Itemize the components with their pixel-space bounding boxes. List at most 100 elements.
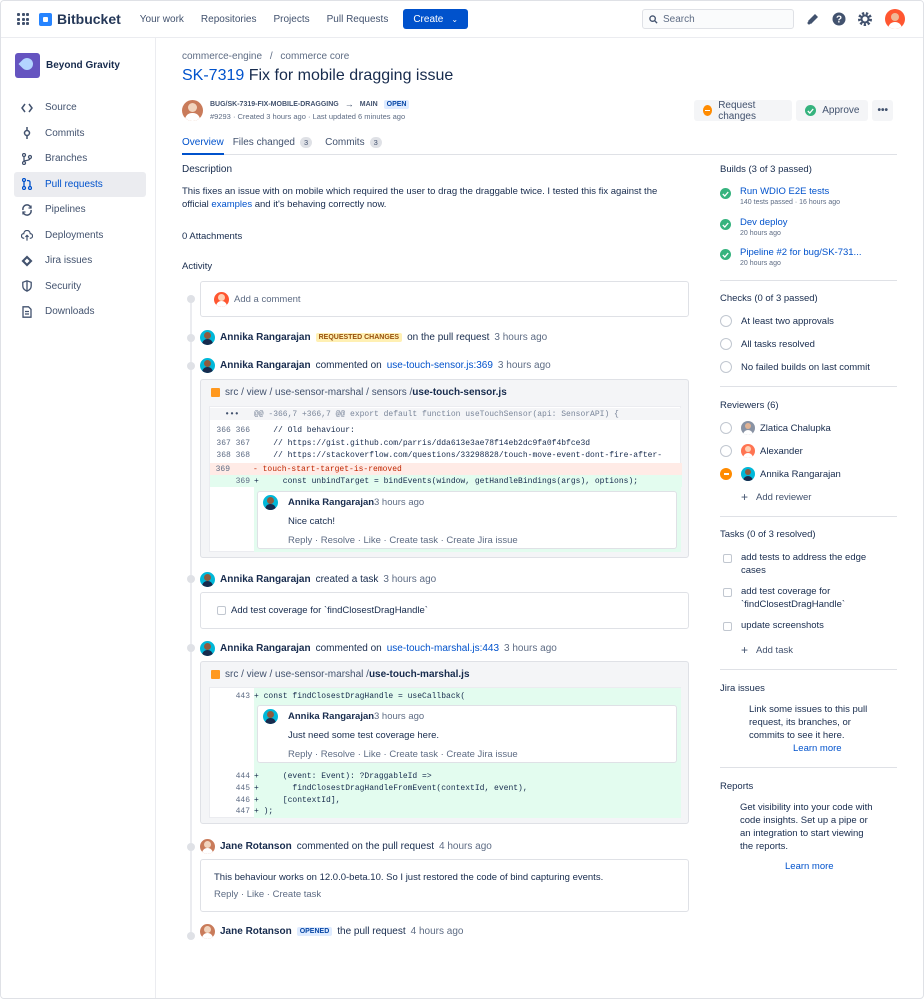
- add-task-button[interactable]: + Add task: [741, 643, 793, 657]
- event-author[interactable]: Annika Rangarajan: [220, 574, 311, 585]
- sidebar-item-security[interactable]: Security: [14, 274, 146, 299]
- project-header[interactable]: Beyond Gravity: [15, 53, 155, 78]
- file-name: use-touch-sensor.js: [412, 387, 507, 398]
- task-checkbox[interactable]: [217, 606, 226, 615]
- sidebar-item-downloads[interactable]: Downloads: [14, 299, 146, 324]
- file-line-link[interactable]: use-touch-marshal.js:443: [387, 643, 499, 654]
- reviewer-name: Alexander: [760, 445, 803, 457]
- sidebar-item-pull-requests[interactable]: Pull requests: [14, 171, 146, 197]
- avatar[interactable]: [200, 839, 215, 854]
- attachments-heading[interactable]: 0 Attachments: [182, 231, 242, 242]
- file-directory: src / view / use-sensor-marshal / sensor…: [225, 387, 413, 398]
- reviewer-item[interactable]: Alexander: [720, 444, 803, 458]
- file-line-link[interactable]: use-touch-sensor.js:369: [387, 360, 493, 371]
- build-name[interactable]: Run WDIO E2E tests: [740, 186, 840, 197]
- target-branch[interactable]: MAIN: [360, 101, 378, 108]
- notifications-icon[interactable]: [803, 9, 823, 29]
- line-number[interactable]: 446: [210, 796, 254, 805]
- task-checkbox[interactable]: [723, 622, 732, 631]
- sidebar-item-branches[interactable]: Branches: [14, 146, 146, 171]
- examples-link[interactable]: examples: [211, 199, 252, 210]
- tab-commits[interactable]: Commits 3: [325, 137, 382, 155]
- add-comment-box[interactable]: Add a comment: [200, 281, 689, 317]
- nav-repositories[interactable]: Repositories: [201, 14, 257, 25]
- line-number[interactable]: 367 367: [210, 439, 254, 448]
- task-checkbox[interactable]: [723, 554, 732, 563]
- add-reviewer-button[interactable]: + Add reviewer: [741, 490, 811, 504]
- check-label: At least two approvals: [741, 315, 834, 327]
- create-button[interactable]: Create ⌄: [403, 9, 469, 29]
- line-number[interactable]: 447: [210, 807, 254, 816]
- line-code: // https://gist.github.com/parris/dda613…: [254, 438, 591, 448]
- line-number[interactable]: 369: [210, 477, 254, 486]
- event-author[interactable]: Jane Rotanson: [220, 841, 292, 852]
- request-changes-button[interactable]: Request changes: [694, 100, 793, 122]
- line-number[interactable]: 443: [210, 692, 254, 701]
- task-checkbox[interactable]: [723, 588, 732, 597]
- user-avatar[interactable]: [885, 9, 905, 29]
- more-actions-button[interactable]: •••: [872, 100, 893, 121]
- avatar[interactable]: [200, 641, 215, 656]
- line-number[interactable]: 445: [210, 784, 254, 793]
- line-number[interactable]: 444: [210, 772, 254, 781]
- settings-gear-icon[interactable]: [855, 9, 875, 29]
- expand-icon[interactable]: •••: [210, 410, 254, 419]
- line-number[interactable]: 369: [210, 465, 254, 474]
- tab-overview[interactable]: Overview: [182, 137, 224, 155]
- nav-projects[interactable]: Projects: [274, 14, 310, 25]
- reviewer-item[interactable]: Zlatica Chalupka: [720, 421, 831, 435]
- sidebar-item-commits[interactable]: Commits: [14, 121, 146, 146]
- app-switcher-icon[interactable]: [17, 13, 29, 25]
- event-author[interactable]: Jane Rotanson: [220, 926, 292, 937]
- comment-actions[interactable]: Reply · Resolve · Like · Create task · C…: [288, 749, 518, 760]
- help-icon[interactable]: ?: [829, 9, 849, 29]
- timeline-dot: [187, 295, 195, 303]
- approve-button[interactable]: Approve: [796, 100, 869, 121]
- comment-author[interactable]: Annika Rangarajan: [288, 497, 374, 508]
- line-number[interactable]: 368 368: [210, 451, 254, 460]
- nav-pull-requests[interactable]: Pull Requests: [327, 14, 389, 25]
- file-path[interactable]: src / view / use-sensor-marshal / sensor…: [211, 387, 688, 398]
- description-heading: Description: [182, 164, 233, 175]
- file-path[interactable]: src / view / use-sensor-marshal / use-to…: [211, 669, 688, 680]
- comment-actions[interactable]: Reply · Like · Create task: [214, 889, 321, 900]
- build-item[interactable]: Dev deploy 20 hours ago: [720, 217, 788, 237]
- bitbucket-logo[interactable]: Bitbucket: [39, 11, 121, 27]
- pull-request-icon: [21, 178, 33, 190]
- author-avatar[interactable]: [182, 99, 203, 121]
- pr-key[interactable]: SK-7319: [182, 67, 244, 84]
- sidebar-item-jira-issues[interactable]: Jira issues: [14, 248, 146, 273]
- search-input[interactable]: Search: [642, 9, 794, 29]
- jira-learn-more-link[interactable]: Learn more: [793, 742, 867, 755]
- line-number[interactable]: 366 366: [210, 426, 254, 435]
- event-author[interactable]: Annika Rangarajan: [220, 332, 311, 343]
- sidebar-item-deployments[interactable]: Deployments: [14, 223, 146, 248]
- breadcrumb-project[interactable]: commerce-engine: [182, 51, 262, 62]
- avatar[interactable]: [200, 924, 215, 939]
- task-item: update screenshots: [720, 620, 824, 633]
- event-author[interactable]: Annika Rangarajan: [220, 360, 311, 371]
- description-fragment: and it's behaving correctly now.: [252, 199, 387, 210]
- avatar[interactable]: [200, 358, 215, 373]
- comment-author[interactable]: Annika Rangarajan: [288, 711, 374, 722]
- build-name[interactable]: Pipeline #2 for bug/SK-731...: [740, 247, 861, 258]
- build-item[interactable]: Pipeline #2 for bug/SK-731... 20 hours ag…: [720, 247, 861, 267]
- avatar[interactable]: [263, 495, 278, 510]
- build-item[interactable]: Run WDIO E2E tests 140 tests passed · 16 …: [720, 186, 840, 206]
- sidebar-item-pipelines[interactable]: Pipelines: [14, 197, 146, 222]
- sidebar-item-label: Deployments: [45, 229, 104, 241]
- avatar[interactable]: [263, 709, 278, 724]
- reports-learn-more-link[interactable]: Learn more: [785, 860, 873, 873]
- avatar[interactable]: [200, 572, 215, 587]
- avatar[interactable]: [200, 330, 215, 345]
- tab-files-changed[interactable]: Files changed 3: [233, 137, 313, 155]
- reviewer-item[interactable]: Annika Rangarajan: [720, 467, 841, 481]
- event-author[interactable]: Annika Rangarajan: [220, 643, 311, 654]
- breadcrumb-repository[interactable]: commerce core: [280, 51, 349, 62]
- source-branch[interactable]: BUG/SK-7319-FIX-MOBILE-DRAGGING: [210, 101, 339, 108]
- sidebar-item-source[interactable]: Source: [14, 95, 146, 120]
- nav-your-work[interactable]: Your work: [140, 14, 184, 25]
- build-name[interactable]: Dev deploy: [740, 217, 788, 228]
- comment-actions[interactable]: Reply · Resolve · Like · Create task · C…: [288, 535, 518, 546]
- tab-count: 3: [299, 137, 313, 148]
